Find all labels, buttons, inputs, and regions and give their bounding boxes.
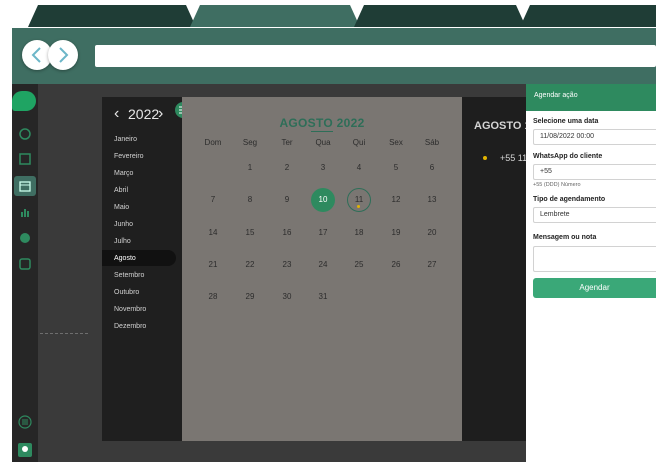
message-textarea[interactable] bbox=[533, 246, 656, 272]
message-label: Mensagem ou nota bbox=[533, 234, 597, 241]
month-item[interactable]: Março bbox=[114, 169, 133, 179]
month-item[interactable]: Janeiro bbox=[114, 135, 137, 145]
year-label: 2022 bbox=[128, 106, 160, 122]
schedule-panel-heading: AGOSTO 1 bbox=[474, 120, 531, 132]
calendar-day[interactable]: 28 bbox=[201, 285, 225, 309]
month-item[interactable]: Outubro bbox=[114, 288, 139, 298]
month-item[interactable]: Abril bbox=[114, 186, 128, 196]
chat-bubble-icon[interactable] bbox=[12, 91, 36, 111]
month-item[interactable]: Setembro bbox=[114, 271, 144, 281]
calendar-day[interactable]: 8 bbox=[238, 188, 262, 212]
whatsapp-label: WhatsApp do cliente bbox=[533, 153, 603, 160]
calendar-day[interactable]: 14 bbox=[201, 221, 225, 245]
calendar-day[interactable]: 30 bbox=[275, 285, 299, 309]
address-bar[interactable] bbox=[95, 45, 656, 67]
divider bbox=[40, 333, 88, 334]
calendar-day[interactable]: 1 bbox=[238, 156, 262, 180]
calendar-day[interactable]: 17 bbox=[311, 221, 335, 245]
browser-tab-strip bbox=[0, 0, 656, 28]
date-input[interactable]: 11/08/2022 00:00 bbox=[533, 129, 656, 145]
month-item[interactable]: Fevereiro bbox=[114, 152, 144, 162]
menu-icon[interactable] bbox=[17, 414, 33, 430]
calendar-day[interactable]: 20 bbox=[420, 221, 444, 245]
submit-button[interactable]: Agendar bbox=[533, 278, 656, 298]
calendar-day[interactable]: 9 bbox=[275, 188, 299, 212]
whatsapp-icon[interactable] bbox=[17, 126, 33, 142]
form-header: Agendar ação bbox=[526, 84, 656, 111]
forward-button[interactable] bbox=[48, 40, 78, 70]
calendar-title: AGOSTO 2022 bbox=[279, 116, 365, 130]
calendar-day[interactable]: 2 bbox=[275, 156, 299, 180]
calendar-day[interactable]: 19 bbox=[384, 221, 408, 245]
month-list bbox=[102, 97, 182, 441]
weekday-label: Ter bbox=[281, 138, 293, 147]
schedule-panel bbox=[462, 97, 526, 441]
browser-tab-active[interactable] bbox=[190, 5, 360, 27]
month-item[interactable]: Agosto bbox=[114, 254, 136, 264]
weekday-label: Sex bbox=[389, 138, 403, 147]
type-label: Tipo de agendamento bbox=[533, 196, 606, 203]
calendar-day[interactable]: 7 bbox=[201, 188, 225, 212]
calendar-day[interactable]: 26 bbox=[384, 253, 408, 277]
calendar-day[interactable]: 29 bbox=[238, 285, 262, 309]
event-dot-icon bbox=[357, 205, 360, 208]
calendar-day[interactable]: 24 bbox=[311, 253, 335, 277]
month-item[interactable]: Junho bbox=[114, 220, 133, 230]
browser-tab[interactable] bbox=[354, 5, 526, 27]
type-select[interactable]: Lembrete bbox=[533, 207, 656, 223]
calendar-day[interactable]: 16 bbox=[275, 221, 299, 245]
date-label: Selecione uma data bbox=[533, 118, 599, 125]
chart-icon[interactable] bbox=[17, 204, 33, 220]
calendar-day[interactable]: 3 bbox=[311, 156, 335, 180]
calendar-icon[interactable] bbox=[17, 178, 33, 194]
whatsapp-hint: +55 (DDD) Número bbox=[533, 182, 581, 188]
title-underline bbox=[311, 131, 333, 132]
month-item[interactable]: Dezembro bbox=[114, 322, 146, 332]
calendar-day[interactable]: 13 bbox=[420, 188, 444, 212]
calendar-day[interactable]: 22 bbox=[238, 253, 262, 277]
calendar-day[interactable]: 5 bbox=[384, 156, 408, 180]
screenshot-stage: ‹ 2022 › Janeiro Fevereiro Março Abril Maio J… bbox=[0, 0, 656, 467]
weekday-label: Qua bbox=[315, 138, 331, 147]
bot-icon[interactable] bbox=[17, 230, 33, 246]
whatsapp-input[interactable]: +55 bbox=[533, 164, 656, 180]
calendar-day[interactable]: 6 bbox=[420, 156, 444, 180]
month-item[interactable]: Novembro bbox=[114, 305, 146, 315]
calendar-day[interactable]: 4 bbox=[347, 156, 371, 180]
month-item[interactable]: Julho bbox=[114, 237, 131, 247]
weekday-label: Sáb bbox=[424, 138, 440, 147]
inbox-icon[interactable] bbox=[17, 256, 33, 272]
calendar-day[interactable]: 15 bbox=[238, 221, 262, 245]
browser-tab[interactable] bbox=[28, 5, 196, 27]
calendar-day[interactable]: 23 bbox=[275, 253, 299, 277]
form-title: Agendar ação bbox=[534, 92, 578, 99]
event-dot-icon bbox=[483, 156, 487, 160]
user-icon[interactable] bbox=[17, 442, 33, 458]
month-item[interactable]: Maio bbox=[114, 203, 129, 213]
calendar-day[interactable]: 18 bbox=[347, 221, 371, 245]
next-year-button[interactable]: › bbox=[158, 104, 163, 124]
chevron-right-icon bbox=[59, 47, 69, 63]
calendar-day[interactable]: 31 bbox=[311, 285, 335, 309]
calendar-day[interactable]: 25 bbox=[347, 253, 371, 277]
contacts-icon[interactable] bbox=[17, 151, 33, 167]
weekday-label: Qui bbox=[352, 138, 366, 147]
weekday-label: Dom bbox=[204, 138, 222, 147]
prev-year-button[interactable]: ‹ bbox=[114, 104, 119, 124]
schedule-row-text[interactable]: +55 11 bbox=[500, 153, 527, 163]
browser-tab[interactable] bbox=[520, 5, 656, 27]
year-selector: ‹ 2022 › bbox=[114, 104, 174, 124]
calendar-day[interactable]: 11 bbox=[347, 188, 371, 212]
calendar-day[interactable]: 27 bbox=[420, 253, 444, 277]
calendar-day[interactable]: 10 bbox=[311, 188, 335, 212]
weekday-label: Seg bbox=[242, 138, 258, 147]
calendar-day[interactable]: 12 bbox=[384, 188, 408, 212]
calendar-day[interactable]: 21 bbox=[201, 253, 225, 277]
